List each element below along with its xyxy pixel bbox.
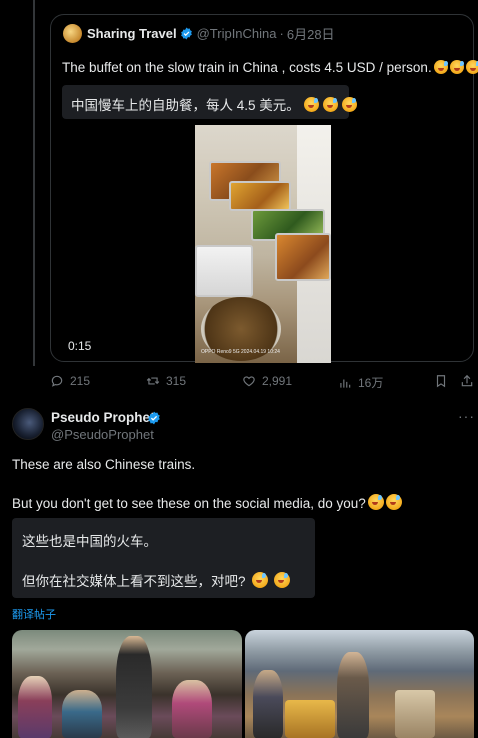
reply-button[interactable]: 215: [50, 374, 90, 388]
retweet-button[interactable]: 315: [146, 374, 186, 388]
author-name[interactable]: Pseudo Prophet: [51, 410, 155, 425]
views-button[interactable]: 16万: [338, 374, 383, 391]
retweet-count: 315: [166, 374, 187, 388]
photo-passenger: [18, 676, 52, 738]
quoted-tweet-text: The buffet on the slow train in China , …: [62, 60, 478, 75]
post-text-line1: These are also Chinese trains.: [12, 457, 196, 472]
video-plates: [195, 245, 253, 297]
video-food-tray: [229, 181, 291, 211]
grinning-sweat-emoji-icon: [367, 494, 384, 510]
views-icon: [340, 379, 351, 388]
post-photo-left[interactable]: [12, 630, 242, 738]
grinning-sweat-emoji-icon: [322, 97, 338, 112]
photo-passenger: [253, 670, 283, 738]
share-icon: [461, 374, 473, 387]
photo-passenger: [172, 680, 212, 738]
quoted-tweet-date[interactable]: 6月28日: [287, 24, 335, 43]
grinning-sweat-emoji-icon: [449, 60, 464, 74]
photo-person: [116, 636, 152, 738]
quoted-tweet-translation: 中国慢车上的自助餐，每人 4.5 美元。: [62, 85, 357, 119]
grinning-sweat-emoji-icon: [465, 60, 478, 74]
verified-badge-icon: [180, 27, 192, 40]
grinning-sweat-emoji-icon: [433, 60, 448, 74]
quoted-tweet-header: Sharing Travel @TripInChina · 6月28日: [63, 24, 335, 43]
separator-dot: ·: [279, 26, 284, 41]
like-button[interactable]: 2,991: [242, 374, 292, 388]
author-avatar[interactable]: [12, 408, 44, 440]
photo-passenger: [62, 690, 102, 738]
retweet-icon: [146, 377, 160, 385]
video-food-tray: [275, 233, 331, 281]
views-count: 16万: [358, 376, 384, 390]
reply-count: 215: [70, 374, 91, 388]
photo-luggage: [395, 690, 435, 738]
photo-luggage: [285, 700, 335, 738]
grinning-sweat-emoji-icon: [251, 572, 268, 588]
quoted-tweet-video[interactable]: OPPO Reno9 5G 2024.04.19 10:24: [195, 125, 331, 363]
verified-badge-icon: [148, 411, 160, 425]
video-duration: 0:15: [68, 339, 92, 353]
post-text-line2: But you don't get to see these on the so…: [12, 494, 402, 511]
more-icon[interactable]: ···: [458, 408, 475, 424]
quoted-tweet-card[interactable]: Sharing Travel @TripInChina · 6月28日 The …: [50, 14, 478, 363]
bookmark-icon: [436, 375, 446, 388]
author-handle[interactable]: @PseudoProphet: [51, 427, 154, 442]
translation-line2: 但你在社交媒体上看不到这些，对吧?: [22, 570, 290, 590]
bookmark-button[interactable]: [434, 374, 454, 388]
quoted-tweet-text-body: The buffet on the slow train in China , …: [62, 60, 432, 75]
quoted-translation-text: 中国慢车上的自助餐，每人 4.5 美元。: [71, 98, 300, 113]
share-button[interactable]: [460, 374, 478, 388]
grinning-sweat-emoji-icon: [341, 97, 357, 112]
thread-connector-line: [33, 0, 35, 366]
post-photo-right[interactable]: [245, 630, 474, 738]
quoted-author-name[interactable]: Sharing Travel: [87, 26, 177, 41]
translate-post-link[interactable]: 翻译帖子: [12, 606, 56, 622]
quoted-author-handle[interactable]: @TripInChina: [197, 26, 277, 41]
post-text-line2-body: But you don't get to see these on the so…: [12, 496, 366, 511]
tears-of-joy-emoji-icon: [273, 572, 290, 588]
grinning-sweat-emoji-icon: [303, 97, 319, 112]
quoted-author-avatar[interactable]: [63, 24, 82, 43]
tears-of-joy-emoji-icon: [385, 494, 402, 510]
translation-line1: 这些也是中国的火车。: [22, 534, 157, 549]
photo-passenger: [337, 652, 369, 738]
reply-icon: [51, 375, 63, 387]
like-icon: [243, 376, 255, 387]
translation-line2-body: 但你在社交媒体上看不到这些，对吧?: [22, 574, 246, 589]
post-translation-box: 这些也是中国的火车。 但你在社交媒体上看不到这些，对吧?: [12, 518, 315, 598]
like-count: 2,991: [262, 374, 293, 388]
video-watermark: OPPO Reno9 5G 2024.04.19 10:24: [201, 349, 280, 355]
engagement-bar: 215 315 2,991 16万: [50, 374, 476, 392]
